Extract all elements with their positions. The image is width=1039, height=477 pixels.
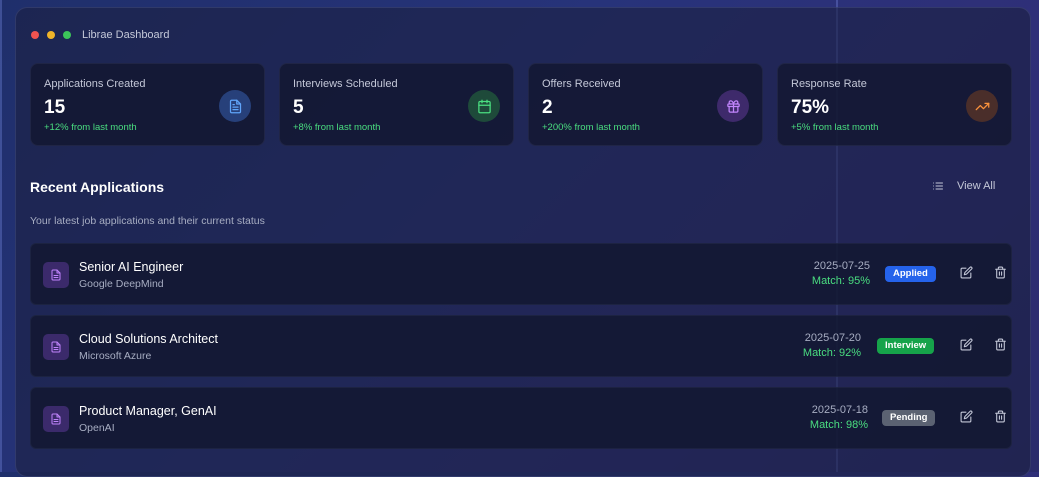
delete-button[interactable]: [994, 338, 1010, 354]
stat-card-interviews: Interviews Scheduled 5 +8% from last mon…: [279, 63, 514, 146]
application-row[interactable]: Product Manager, GenAI OpenAI 2025-07-18…: [30, 387, 1012, 449]
stat-label: Response Rate: [791, 78, 867, 90]
minimize-window-button[interactable]: [47, 31, 55, 39]
document-icon: [219, 90, 251, 122]
stat-change: +5% from last month: [791, 122, 879, 133]
document-icon: [43, 406, 69, 432]
edit-button[interactable]: [960, 338, 976, 354]
stat-label: Interviews Scheduled: [293, 78, 398, 90]
stat-change: +200% from last month: [542, 122, 640, 133]
background-line: [0, 0, 2, 472]
edit-icon: [960, 266, 973, 279]
delete-button[interactable]: [994, 410, 1010, 426]
stat-label: Offers Received: [542, 78, 621, 90]
document-icon: [43, 262, 69, 288]
maximize-window-button[interactable]: [63, 31, 71, 39]
trash-icon: [995, 410, 1006, 423]
status-badge: Pending: [882, 410, 936, 426]
dashboard-window: Librae Dashboard Applications Created 15…: [15, 7, 1031, 477]
section-subtitle: Your latest job applications and their c…: [30, 215, 265, 227]
edit-icon: [960, 410, 973, 423]
match-score: Match: 98%: [809, 419, 868, 431]
stat-change: +8% from last month: [293, 122, 381, 133]
status-badge: Applied: [885, 266, 936, 282]
gift-icon: [717, 90, 749, 122]
applications-list: Senior AI Engineer Google DeepMind 2025-…: [30, 243, 1012, 459]
company-name: Google DeepMind: [79, 278, 164, 290]
application-meta: 2025-07-18 Match: 98%: [810, 404, 868, 431]
application-meta: 2025-07-20 Match: 92%: [803, 332, 861, 359]
stat-card-offers: Offers Received 2 +200% from last month: [528, 63, 763, 146]
company-name: Microsoft Azure: [79, 350, 152, 362]
application-date: 2025-07-20: [804, 332, 861, 344]
stat-card-applications: Applications Created 15 +12% from last m…: [30, 63, 265, 146]
app-title: Librae Dashboard: [82, 29, 170, 41]
view-all-label: View All: [957, 180, 996, 192]
delete-button[interactable]: [994, 266, 1010, 282]
job-title: Cloud Solutions Architect: [79, 332, 218, 346]
stats-row: Applications Created 15 +12% from last m…: [30, 63, 1012, 146]
company-name: OpenAI: [79, 422, 115, 434]
list-icon: [933, 182, 943, 190]
stat-label: Applications Created: [44, 78, 146, 90]
application-row[interactable]: Cloud Solutions Architect Microsoft Azur…: [30, 315, 1012, 377]
document-icon: [43, 334, 69, 360]
application-date: 2025-07-18: [811, 404, 868, 416]
status-badge: Interview: [877, 338, 935, 354]
calendar-icon: [468, 90, 500, 122]
edit-icon: [960, 338, 973, 351]
application-date: 2025-07-25: [813, 260, 870, 272]
application-meta: 2025-07-25 Match: 95%: [812, 260, 870, 287]
edit-button[interactable]: [960, 410, 976, 426]
edit-button[interactable]: [960, 266, 976, 282]
section-title: Recent Applications: [30, 179, 165, 195]
match-score: Match: 92%: [802, 347, 861, 359]
match-score: Match: 95%: [811, 275, 870, 287]
job-title: Product Manager, GenAI: [79, 404, 217, 418]
view-all-button[interactable]: View All: [932, 180, 995, 192]
stat-card-response-rate: Response Rate 75% +5% from last month: [777, 63, 1012, 146]
trending-up-icon: [966, 90, 998, 122]
stat-change: +12% from last month: [44, 122, 137, 133]
application-row[interactable]: Senior AI Engineer Google DeepMind 2025-…: [30, 243, 1012, 305]
close-window-button[interactable]: [31, 31, 39, 39]
title-bar: Librae Dashboard: [31, 28, 169, 42]
trash-icon: [995, 338, 1006, 351]
trash-icon: [995, 266, 1006, 279]
job-title: Senior AI Engineer: [79, 260, 184, 274]
